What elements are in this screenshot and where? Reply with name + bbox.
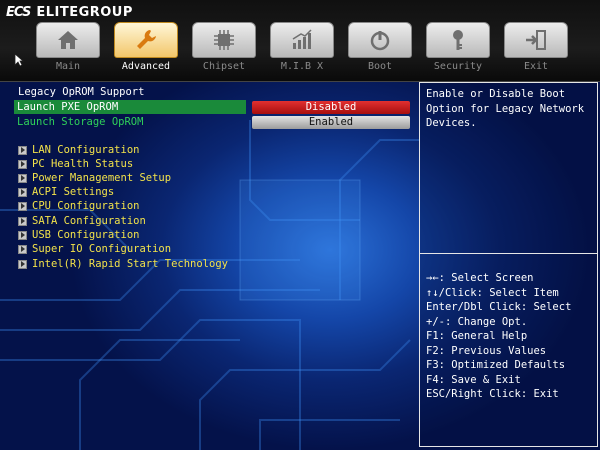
submenu-arrow-icon [18, 244, 27, 254]
key-hint: +/-: Change Opt. [426, 315, 528, 328]
tab-boot[interactable]: Boot [346, 22, 414, 77]
submenu-power-management-setup[interactable]: Power Management Setup [18, 171, 171, 185]
submenu-cpu-configuration[interactable]: CPU Configuration [18, 199, 139, 213]
tab-label: Exit [523, 61, 549, 72]
key-icon [453, 30, 463, 50]
launch-storage-oprom-option[interactable]: Launch Storage OpROM Enabled [14, 115, 412, 129]
help-panel: Enable or Disable Boot Option for Legacy… [419, 82, 598, 447]
key-hint: F2: Previous Values [426, 344, 547, 357]
mouse-cursor-icon [14, 53, 24, 67]
submenu-label: USB Configuration [32, 229, 140, 241]
key-hint: ↑↓/Click: Select Item [426, 286, 559, 299]
submenu-arrow-icon [18, 230, 27, 240]
submenu-arrow-icon [18, 173, 27, 183]
chart-icon [292, 29, 312, 49]
submenu-pc-health-status[interactable]: PC Health Status [18, 157, 133, 171]
submenu-label: Power Management Setup [32, 172, 172, 184]
submenu-label: Intel(R) Rapid Start Technology [32, 258, 228, 270]
key-hint: F1: General Help [426, 330, 528, 342]
submenu-label: CPU Configuration [32, 200, 140, 212]
top-bar: ECS ELITEGROUP Main Advanced Chipset M.I… [0, 0, 600, 82]
tab-advanced[interactable]: Advanced [112, 22, 180, 77]
submenu-arrow-icon [18, 216, 27, 226]
brand-mark: ECS [6, 4, 31, 20]
home-icon [58, 31, 78, 49]
chip-icon [214, 30, 234, 50]
key-legend: →←: Select Screen ↑↓/Click: Select Item … [426, 271, 571, 402]
submenu-label: Super IO Configuration [32, 243, 172, 255]
key-hint: Enter/Dbl Click: Select [426, 301, 572, 313]
launch-pxe-oprom-option[interactable]: Launch PXE OpROM Disabled [14, 100, 412, 114]
tab-label: Chipset [202, 61, 246, 72]
submenu-lan-configuration[interactable]: LAN Configuration [18, 143, 139, 157]
submenu-intel-rapid-start-technology[interactable]: Intel(R) Rapid Start Technology [18, 257, 228, 271]
option-label: Launch PXE OpROM [14, 100, 246, 114]
submenu-super-io-configuration[interactable]: Super IO Configuration [18, 242, 171, 256]
tab-mib-x[interactable]: M.I.B X [268, 22, 336, 77]
tab-label: Security [433, 61, 483, 72]
tab-chipset[interactable]: Chipset [190, 22, 258, 77]
submenu-sata-configuration[interactable]: SATA Configuration [18, 214, 146, 228]
key-hint: F3: Optimized Defaults [426, 359, 566, 371]
option-value-enabled[interactable]: Enabled [252, 115, 410, 129]
option-label: Launch Storage OpROM [17, 116, 144, 128]
brand-name: ELITEGROUP [36, 4, 133, 20]
submenu-arrow-icon [18, 145, 27, 155]
key-hint: ESC/Right Click: Exit [426, 388, 559, 400]
tab-security[interactable]: Security [424, 22, 492, 77]
power-icon [370, 31, 390, 51]
key-hint: F4: Save & Exit [426, 373, 521, 386]
submenu-arrow-icon [18, 159, 27, 169]
exit-icon [526, 30, 546, 50]
submenu-acpi-settings[interactable]: ACPI Settings [18, 185, 114, 199]
submenu-usb-configuration[interactable]: USB Configuration [18, 228, 139, 242]
tab-label: Main [55, 61, 81, 72]
brand-logo: ECS ELITEGROUP [6, 3, 133, 21]
tab-exit[interactable]: Exit [502, 22, 570, 77]
tab-label: Boot [367, 61, 393, 72]
tab-bar: Main Advanced Chipset M.I.B X Boot Secur… [34, 22, 570, 78]
help-description: Enable or Disable Boot Option for Legacy… [426, 88, 585, 129]
submenu-arrow-icon [18, 259, 27, 269]
help-divider [420, 253, 597, 254]
tab-main[interactable]: Main [34, 22, 102, 77]
submenu-arrow-icon [18, 187, 27, 197]
key-hint: →←: Select Screen [426, 272, 534, 284]
section-title: Legacy OpROM Support [18, 86, 145, 98]
submenu-label: ACPI Settings [32, 186, 115, 198]
option-value-disabled[interactable]: Disabled [252, 100, 410, 114]
tab-label: M.I.B X [280, 61, 324, 72]
submenu-arrow-icon [18, 201, 27, 211]
submenu-label: PC Health Status [32, 158, 134, 170]
tab-label: Advanced [121, 61, 171, 72]
submenu-label: LAN Configuration [32, 144, 140, 156]
submenu-label: SATA Configuration [32, 215, 146, 227]
wrench-icon [137, 30, 156, 49]
